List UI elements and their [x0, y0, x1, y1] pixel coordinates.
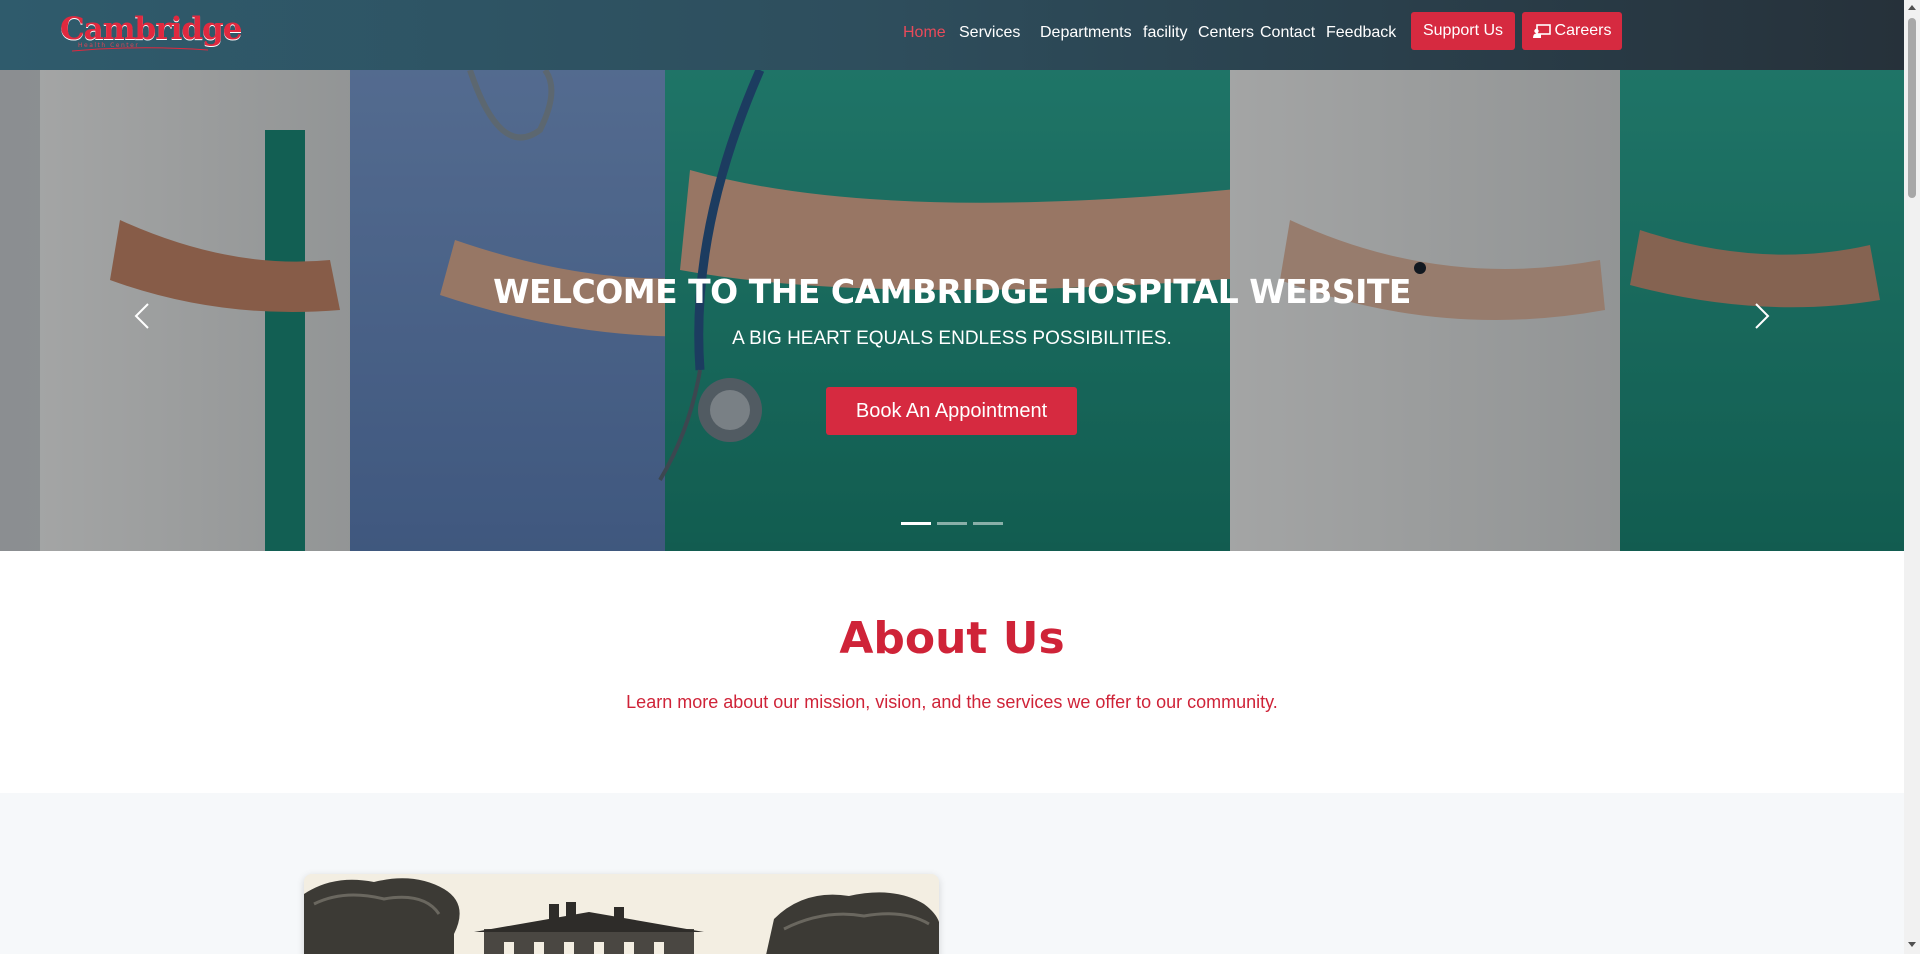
hero-carousel: WELCOME TO THE CAMBRIDGE HOSPITAL WEBSIT…: [0, 70, 1904, 551]
nav-departments[interactable]: Departments: [1040, 24, 1132, 42]
hero-title: WELCOME TO THE CAMBRIDGE HOSPITAL WEBSIT…: [493, 272, 1411, 311]
logo-swoosh-icon: [71, 47, 209, 52]
carousel-indicator-3[interactable]: [973, 522, 1003, 525]
support-us-label: Support Us: [1422, 22, 1504, 39]
careers-label: Careers: [1554, 22, 1612, 39]
carousel-indicator-2[interactable]: [937, 522, 967, 525]
book-appointment-button[interactable]: Book An Appointment: [826, 387, 1077, 435]
about-title: About Us: [839, 613, 1065, 664]
history-image-card: [304, 874, 939, 954]
nav-facility[interactable]: facility: [1143, 24, 1187, 42]
carousel-indicators: [0, 522, 1904, 526]
scroll-up-arrow-icon[interactable]: [1908, 5, 1916, 10]
chalkboard-teacher-icon: [1532, 24, 1551, 38]
nav-services[interactable]: Services: [959, 24, 1020, 42]
page-scrollbar[interactable]: [1904, 0, 1920, 954]
nav-centers[interactable]: Centers: [1198, 24, 1254, 42]
nav-feedback[interactable]: Feedback: [1326, 24, 1396, 42]
scroll-down-arrow-icon[interactable]: [1908, 942, 1916, 947]
carousel-indicator-1[interactable]: [901, 522, 931, 525]
nav-contact[interactable]: Contact: [1260, 24, 1315, 42]
scrollbar-thumb[interactable]: [1908, 18, 1916, 198]
about-lead-text: Learn more about our mission, vision, an…: [626, 692, 1278, 712]
hero-subtitle: A BIG HEART EQUALS ENDLESS POSSIBILITIES…: [732, 328, 1172, 349]
cambridge-logo[interactable]: Cambridge Health Center: [60, 8, 242, 54]
top-navbar: Cambridge Health Center Home Services De…: [0, 0, 1904, 70]
historic-hospital-engraving: [304, 874, 939, 954]
nav-home[interactable]: Home: [903, 24, 946, 42]
about-section: About Us Learn more about our mission, v…: [0, 551, 1904, 793]
careers-button[interactable]: Careers: [1522, 12, 1622, 50]
history-section: [0, 793, 1904, 954]
support-us-button[interactable]: Support Us: [1411, 12, 1515, 50]
